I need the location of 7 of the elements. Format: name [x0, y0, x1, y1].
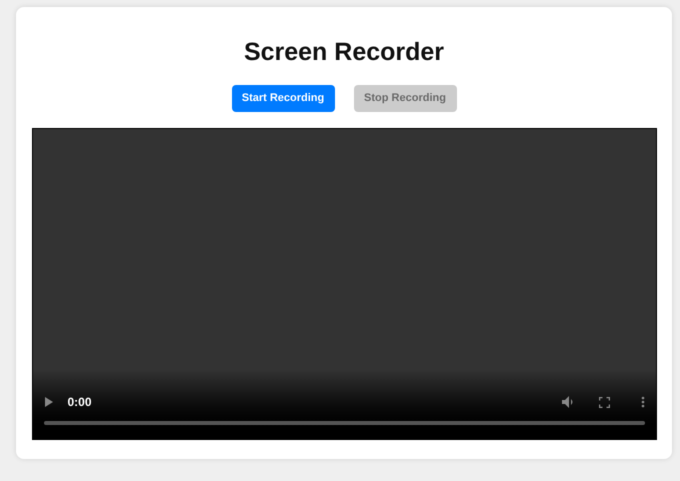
more-icon[interactable] [640, 396, 644, 408]
page-title: Screen Recorder [244, 37, 444, 67]
fullscreen-icon[interactable] [598, 396, 610, 408]
volume-icon[interactable] [560, 395, 574, 409]
time-display: 0:00 [68, 394, 92, 411]
recording-button[interactable]: Start Recording [232, 85, 334, 112]
play-icon[interactable] [44, 396, 54, 408]
